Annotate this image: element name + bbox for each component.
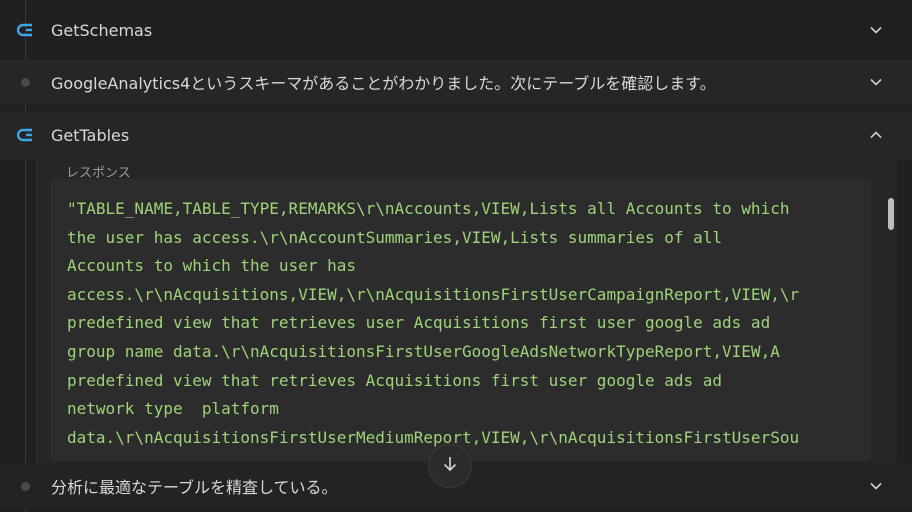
scroll-down-button[interactable] — [428, 444, 472, 488]
code-line: network type platform — [67, 399, 279, 419]
dot-icon — [21, 481, 30, 491]
tool-icon — [16, 21, 35, 39]
step-label: 分析に最適なテーブルを精査している。 — [51, 478, 338, 497]
step-get-schemas[interactable]: GetSchemas — [0, 8, 912, 52]
tool-icon — [16, 126, 35, 144]
code-line: group name data.\r\nAcquisitionsFirstUse… — [67, 341, 780, 361]
step-get-tables[interactable]: GetTables — [0, 111, 912, 159]
code-line: access.\r\nAcquisitions,VIEW,\r\nAcquisi… — [67, 284, 800, 304]
step-label: GetSchemas — [51, 20, 153, 40]
step-thought-schema[interactable]: GoogleAnalytics4というスキーマがあることがわかりました。次にテー… — [0, 60, 912, 104]
chevron-down-icon[interactable] — [868, 22, 884, 38]
code-line: predefined view that retrieves Acquisiti… — [67, 370, 723, 390]
chevron-down-icon[interactable] — [868, 74, 884, 90]
code-line: Accounts to which the user has — [67, 256, 356, 276]
response-code: "TABLE_NAME,TABLE_TYPE,REMARKS\r\nAccoun… — [67, 195, 855, 461]
code-line: predefined view that retrieves user Acqu… — [67, 313, 771, 333]
step-label: GoogleAnalytics4というスキーマがあることがわかりました。次にテー… — [51, 74, 716, 93]
response-code-box[interactable]: "TABLE_NAME,TABLE_TYPE,REMARKS\r\nAccoun… — [51, 179, 871, 461]
dot-icon — [21, 77, 30, 87]
code-line: the user has access.\r\nAccountSummaries… — [67, 227, 723, 247]
code-line: "TABLE_NAME,TABLE_TYPE,REMARKS\r\nAccoun… — [67, 199, 790, 218]
step-label: GetTables — [51, 125, 130, 145]
arrow-down-icon — [441, 455, 459, 477]
scrollbar-thumb[interactable] — [888, 198, 894, 230]
chevron-down-icon[interactable] — [868, 478, 884, 494]
chevron-up-icon[interactable] — [868, 127, 884, 143]
